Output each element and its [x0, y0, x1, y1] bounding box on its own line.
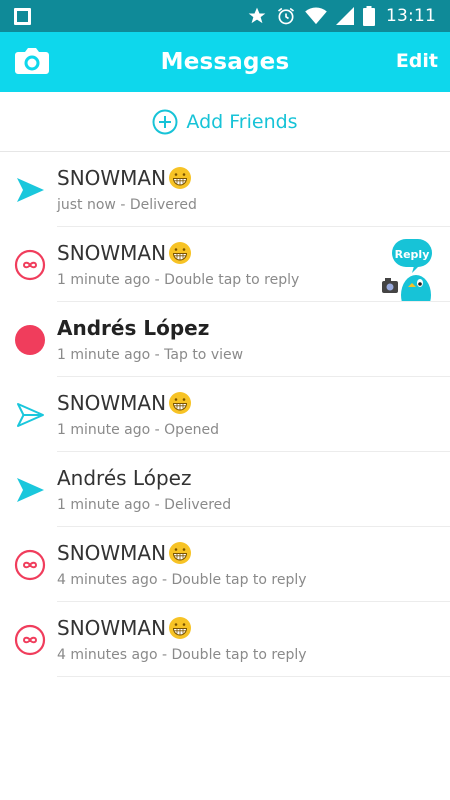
signal-icon [336, 7, 354, 25]
message-row[interactable]: SNOWMAN 4 minutes ago - Double tap to re… [0, 602, 450, 677]
message-row[interactable]: Andrés López 1 minute ago - Tap to view [0, 302, 450, 377]
message-status: just now - Delivered [57, 197, 197, 213]
sender-name: SNOWMAN [57, 241, 192, 265]
message-status: 4 minutes ago - Double tap to reply [57, 647, 307, 663]
filled-arrow-icon [14, 174, 46, 206]
reply-label: Reply [395, 248, 430, 261]
message-row[interactable]: Andrés López 1 minute ago - Delivered [0, 452, 450, 527]
grinning-emoji-icon [168, 616, 192, 640]
grinning-emoji-icon [168, 391, 192, 415]
camera-icon[interactable] [14, 46, 50, 76]
star-icon [247, 6, 267, 26]
sender-name: Andrés López [57, 316, 210, 340]
app-header: Messages Edit [0, 32, 450, 92]
grinning-emoji-icon [168, 541, 192, 565]
grinning-emoji-icon [168, 166, 192, 190]
message-status: 4 minutes ago - Double tap to reply [57, 572, 307, 588]
filled-arrow-icon [14, 474, 46, 506]
sender-name: SNOWMAN [57, 166, 192, 190]
replay-icon [14, 249, 46, 281]
message-row[interactable]: SNOWMAN 1 minute ago - Opened [0, 377, 450, 452]
message-status: 1 minute ago - Double tap to reply [57, 272, 300, 288]
status-bar: 13:11 [0, 0, 450, 32]
replay-icon [14, 549, 46, 581]
sender-name: SNOWMAN [57, 541, 192, 565]
message-status: 1 minute ago - Tap to view [57, 347, 244, 363]
message-row[interactable]: SNOWMAN 1 minute ago - Double tap to rep… [0, 227, 450, 302]
alarm-icon [276, 6, 296, 26]
message-list: SNOWMAN just now - Delivered SNOWMAN 1 m… [0, 152, 450, 677]
wifi-icon [305, 7, 327, 25]
clock: 13:11 [386, 6, 436, 26]
battery-icon [363, 6, 375, 26]
sender-name: SNOWMAN [57, 616, 192, 640]
row-divider [57, 676, 450, 677]
red-dot-icon [14, 324, 46, 356]
sender-name: SNOWMAN [57, 391, 192, 415]
message-status: 1 minute ago - Delivered [57, 497, 232, 513]
notification-square-icon [14, 7, 31, 25]
add-friends-label: Add Friends [186, 110, 298, 133]
reply-mascot[interactable]: Reply [380, 239, 436, 301]
outline-arrow-icon [14, 399, 46, 431]
sender-name: Andrés López [57, 466, 192, 490]
grinning-emoji-icon [168, 241, 192, 265]
message-row[interactable]: SNOWMAN 4 minutes ago - Double tap to re… [0, 527, 450, 602]
add-friends-button[interactable]: Add Friends [0, 92, 450, 152]
message-status: 1 minute ago - Opened [57, 422, 220, 438]
plus-circle-icon [152, 109, 178, 135]
edit-button[interactable]: Edit [396, 50, 438, 72]
replay-icon [14, 624, 46, 656]
page-title: Messages [160, 49, 290, 75]
message-row[interactable]: SNOWMAN just now - Delivered [0, 152, 450, 227]
